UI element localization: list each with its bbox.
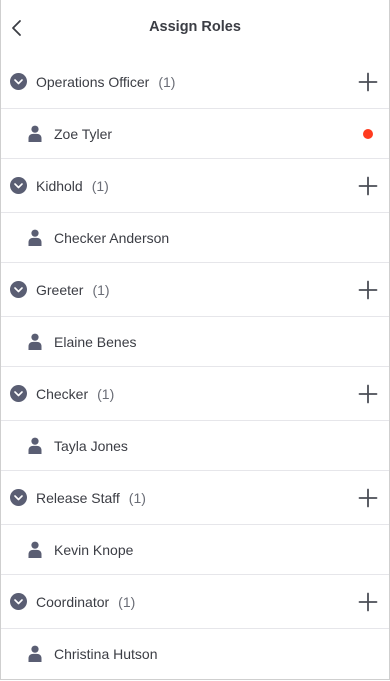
top-bar: Assign Roles <box>1 0 389 55</box>
person-icon <box>28 229 42 246</box>
role-name: Release Staff <box>36 489 120 506</box>
member-name: Christina Hutson <box>54 645 158 662</box>
role-count: (1) <box>91 177 109 194</box>
chevron-down-icon[interactable] <box>10 177 27 194</box>
role-count: (1) <box>158 73 176 90</box>
role-header-row[interactable]: Operations Officer (1) <box>1 55 389 109</box>
chevron-down-icon[interactable] <box>10 281 27 298</box>
member-name: Elaine Benes <box>54 333 137 350</box>
role-name: Kidhold <box>36 177 83 194</box>
chevron-down-icon[interactable] <box>10 593 27 610</box>
role-count: (1) <box>118 593 136 610</box>
plus-icon <box>358 176 378 195</box>
person-icon <box>28 437 42 454</box>
add-member-button[interactable] <box>357 383 379 405</box>
member-name: Tayla Jones <box>54 437 128 454</box>
role-name: Checker <box>36 385 89 402</box>
chevron-down-icon[interactable] <box>10 385 27 402</box>
page-title: Assign Roles <box>149 18 241 35</box>
member-name: Kevin Knope <box>54 541 134 558</box>
plus-icon <box>358 384 378 403</box>
role-header-row[interactable]: Coordinator (1) <box>1 575 389 629</box>
role-name: Operations Officer <box>36 73 150 90</box>
person-icon <box>28 541 42 558</box>
add-member-button[interactable] <box>357 71 379 93</box>
roles-list: Operations Officer (1) Zoe Tyler Kidhold… <box>1 55 389 678</box>
chevron-down-icon[interactable] <box>10 73 27 90</box>
role-header-row[interactable]: Greeter (1) <box>1 263 389 317</box>
person-icon <box>28 333 42 350</box>
plus-icon <box>358 72 378 91</box>
role-count: (1) <box>128 489 146 506</box>
back-button[interactable] <box>5 16 27 40</box>
role-name: Greeter <box>36 281 84 298</box>
member-row[interactable]: Checker Anderson <box>1 213 389 263</box>
assign-roles-screen: Assign Roles Operations Officer (1) Zoe … <box>0 0 390 680</box>
member-row[interactable]: Tayla Jones <box>1 421 389 471</box>
member-name: Checker Anderson <box>54 229 170 246</box>
add-member-button[interactable] <box>357 175 379 197</box>
add-member-button[interactable] <box>357 487 379 509</box>
role-count: (1) <box>92 281 110 298</box>
member-row[interactable]: Christina Hutson <box>1 629 389 678</box>
plus-icon <box>358 592 378 611</box>
chevron-down-icon[interactable] <box>10 489 27 506</box>
role-header-row[interactable]: Release Staff (1) <box>1 471 389 525</box>
add-member-button[interactable] <box>357 591 379 613</box>
member-name: Zoe Tyler <box>54 125 113 142</box>
role-name: Coordinator <box>36 593 110 610</box>
person-icon <box>28 645 42 662</box>
member-row[interactable]: Zoe Tyler <box>1 109 389 159</box>
role-header-row[interactable]: Kidhold (1) <box>1 159 389 213</box>
chevron-left-icon <box>12 20 21 36</box>
add-member-button[interactable] <box>357 279 379 301</box>
member-row[interactable]: Kevin Knope <box>1 525 389 575</box>
plus-icon <box>358 280 378 299</box>
role-header-row[interactable]: Checker (1) <box>1 367 389 421</box>
plus-icon <box>358 488 378 507</box>
status-dot <box>363 128 373 139</box>
person-icon <box>28 125 42 142</box>
member-row[interactable]: Elaine Benes <box>1 317 389 367</box>
role-count: (1) <box>97 385 115 402</box>
